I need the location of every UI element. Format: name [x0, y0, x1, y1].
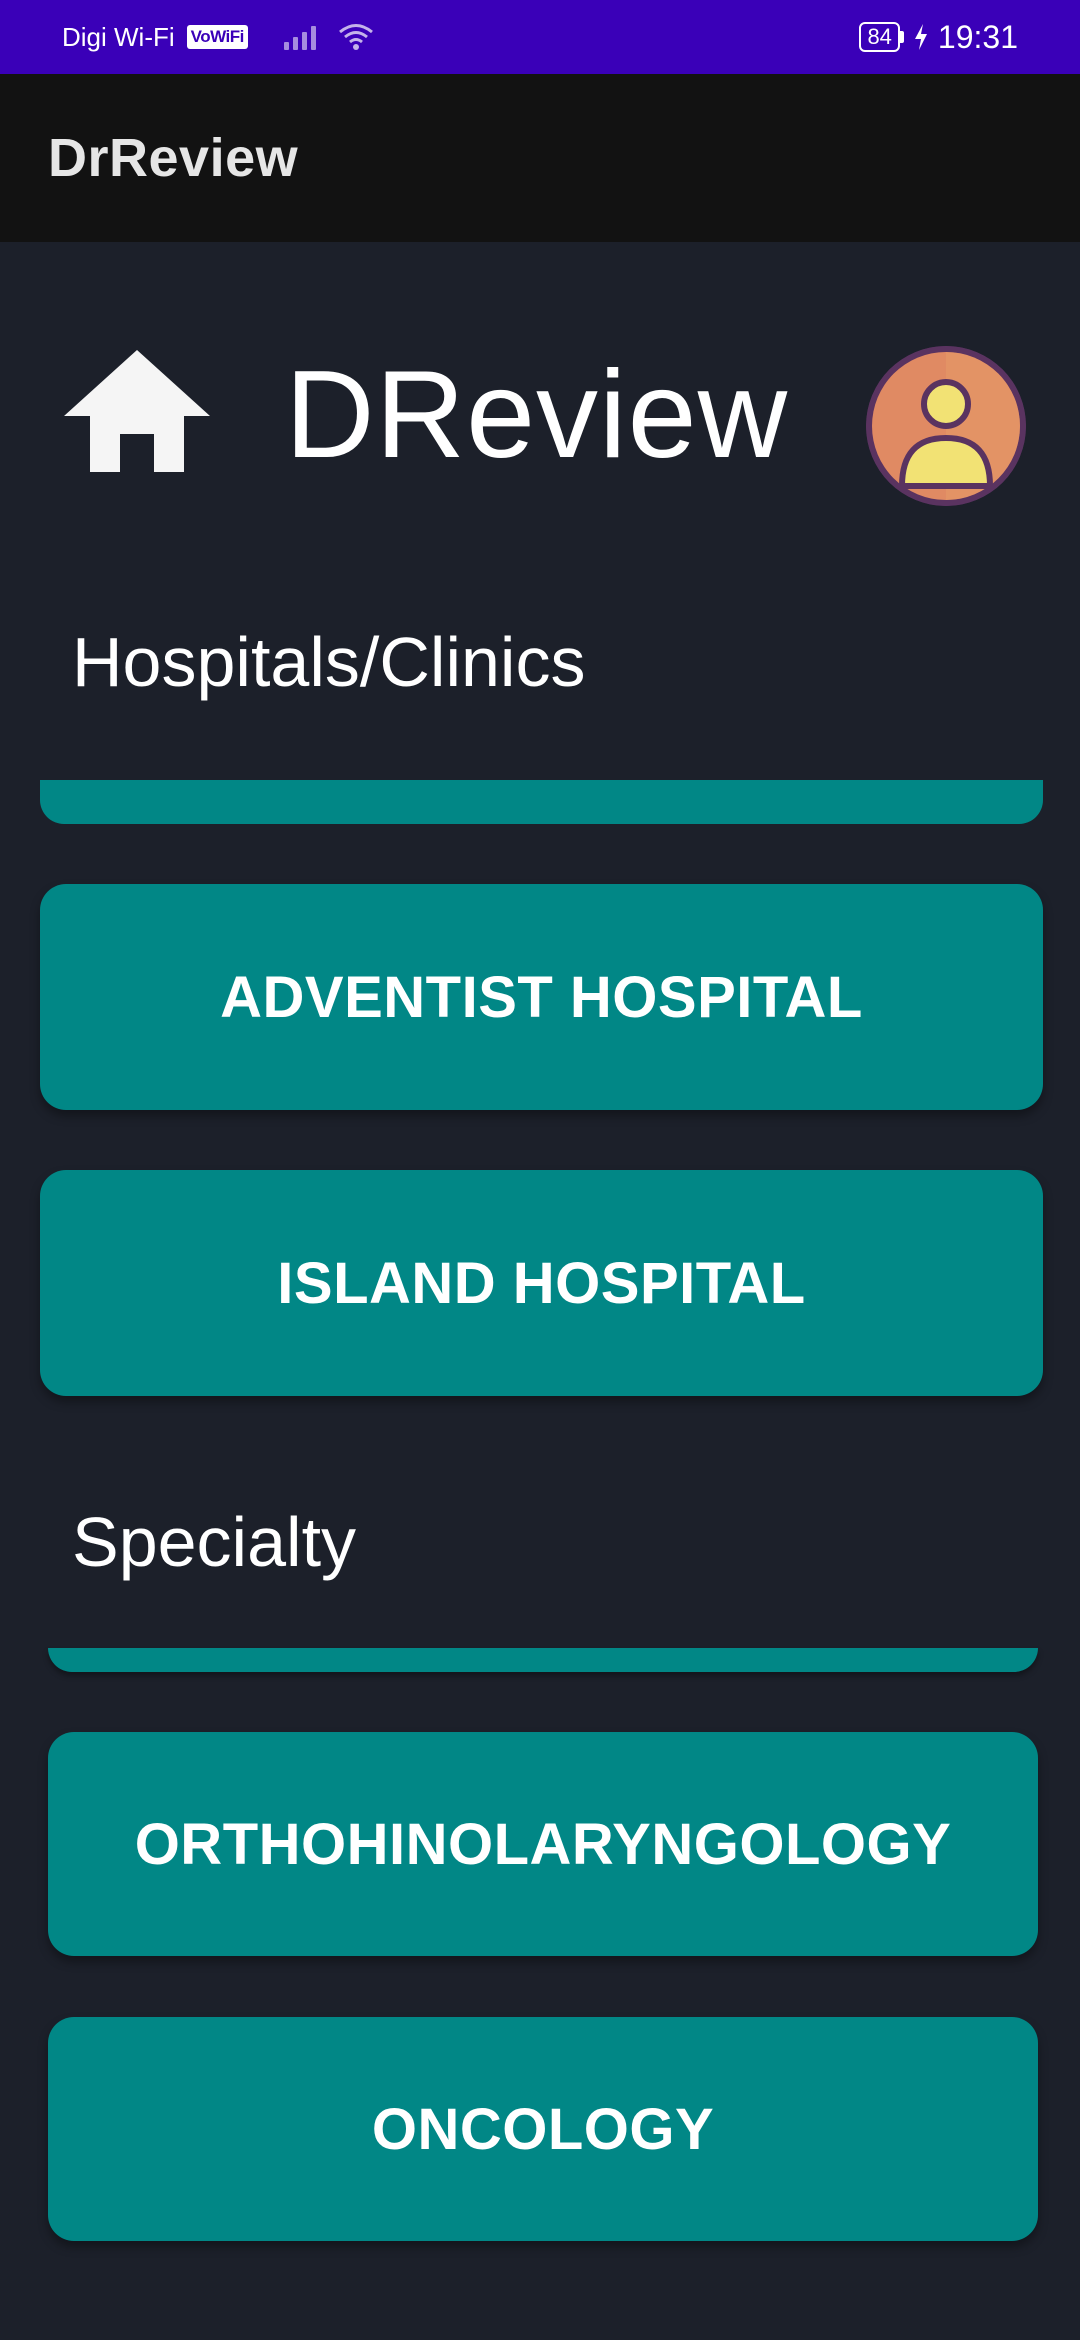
specialty-button-orthohinolaryngology[interactable]: ORTHOHINOLARYNGOLOGY [48, 1732, 1038, 1956]
status-right: 84 19:31 [859, 0, 1018, 74]
status-bar: Digi Wi-Fi VoWiFi 84 19:31 [0, 0, 1080, 74]
brand-title: DReview [285, 346, 789, 484]
hospitals-section-label: Hospitals/Clinics [72, 623, 586, 701]
status-left: Digi Wi-Fi VoWiFi [62, 0, 374, 74]
signal-icon [283, 24, 316, 50]
specialty-list-item-partial[interactable] [48, 1648, 1038, 1672]
specialty-section-label: Specialty [72, 1503, 357, 1581]
battery-icon: 84 [859, 22, 904, 52]
battery-level: 84 [859, 22, 900, 52]
vowifi-badge: VoWiFi [186, 25, 248, 49]
clock: 19:31 [937, 18, 1018, 55]
specialty-button-oncology[interactable]: ONCOLOGY [48, 2017, 1038, 2241]
hospital-list-item-partial[interactable] [40, 780, 1043, 824]
hospital-button-island[interactable]: ISLAND HOSPITAL [40, 1170, 1043, 1396]
wifi-icon [338, 24, 373, 50]
charging-icon [914, 24, 927, 50]
app-bar: DrReview [0, 74, 1080, 242]
user-avatar-icon[interactable] [866, 346, 1026, 506]
app-bar-title: DrReview [48, 128, 299, 188]
carrier-label: Digi Wi-Fi [62, 21, 175, 52]
home-icon[interactable] [62, 346, 212, 476]
hospital-button-adventist[interactable]: ADVENTIST HOSPITAL [40, 884, 1043, 1110]
